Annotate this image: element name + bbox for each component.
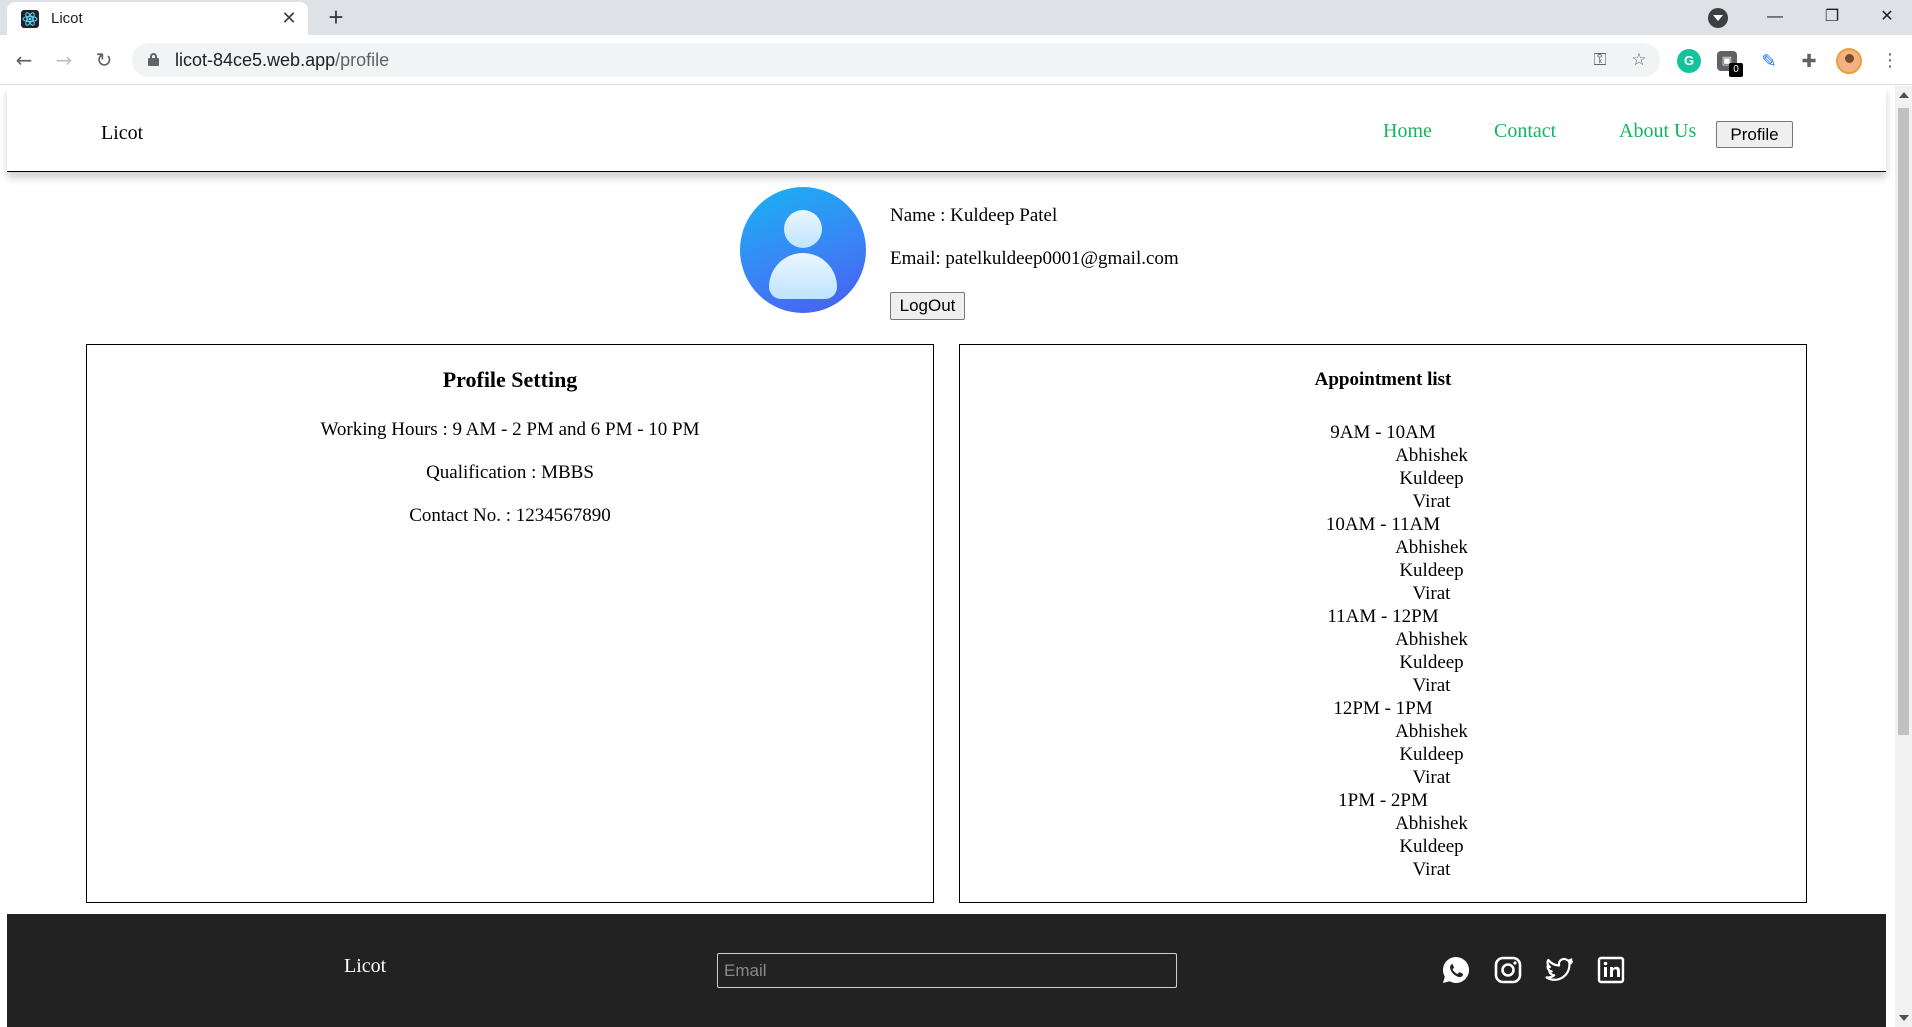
logout-button[interactable]: LogOut bbox=[890, 292, 965, 320]
patient-name: Kuldeep bbox=[1399, 468, 1464, 489]
profile-setting-panel: Profile Setting Working Hours : 9 AM - 2… bbox=[86, 344, 934, 903]
appointment-list: 9AM - 10AM Abhishek Kuldeep Virat 10AM -… bbox=[960, 421, 1806, 881]
address-bar[interactable]: licot-84ce5.web.app/profile ⚿ ☆ bbox=[132, 43, 1660, 77]
patient-name: Kuldeep bbox=[1399, 836, 1464, 857]
site-brand[interactable]: Licot bbox=[101, 122, 143, 145]
patient-name: Virat bbox=[1412, 583, 1451, 604]
tab-search-icon[interactable] bbox=[1708, 8, 1728, 28]
window-minimize-icon[interactable]: — bbox=[1752, 2, 1798, 32]
chrome-profile-avatar[interactable] bbox=[1836, 48, 1862, 74]
tab-close-icon[interactable]: ✕ bbox=[278, 7, 300, 29]
react-logo-icon bbox=[21, 10, 39, 28]
footer-brand[interactable]: Licot bbox=[344, 955, 386, 978]
slot-time: 11AM - 12PM bbox=[1327, 606, 1439, 627]
page-viewport: Licot Home Contact About Us Profile Name… bbox=[0, 86, 1912, 1027]
patient-name: Abhishek bbox=[1395, 537, 1468, 558]
patient-name: Abhishek bbox=[1395, 721, 1468, 742]
contact-number: Contact No. : 1234567890 bbox=[409, 505, 611, 526]
slot-time: 10AM - 11AM bbox=[1325, 514, 1441, 535]
bookmark-star-icon[interactable]: ☆ bbox=[1628, 49, 1650, 71]
url-text[interactable]: licot-84ce5.web.app/profile bbox=[175, 50, 389, 71]
grammarly-extension-icon[interactable]: G bbox=[1677, 49, 1701, 73]
working-hours: Working Hours : 9 AM - 2 PM and 6 PM - 1… bbox=[320, 419, 700, 440]
scrollbar-thumb[interactable] bbox=[1898, 108, 1909, 735]
patient-name: Kuldeep bbox=[1399, 744, 1464, 765]
key-icon[interactable]: ⚿ bbox=[1589, 49, 1611, 71]
patient-name: Abhishek bbox=[1395, 813, 1468, 834]
patient-name: Virat bbox=[1412, 859, 1451, 880]
reload-icon[interactable]: ↻ bbox=[89, 45, 119, 75]
new-tab-icon[interactable]: + bbox=[322, 3, 350, 31]
user-name: Name : Kuldeep Patel bbox=[890, 205, 1058, 226]
appointment-list-panel: Appointment list 9AM - 10AM Abhishek Kul… bbox=[959, 344, 1807, 903]
patient-name: Kuldeep bbox=[1399, 560, 1464, 581]
window-close-icon[interactable]: ✕ bbox=[1864, 2, 1910, 32]
twitter-icon[interactable] bbox=[1543, 954, 1575, 986]
pen-extension-icon[interactable]: ✎ bbox=[1757, 49, 1781, 73]
url-path: /profile bbox=[335, 50, 390, 70]
slot-time: 9AM - 10AM bbox=[1330, 422, 1436, 443]
window-restore-icon[interactable]: ❐ bbox=[1809, 2, 1855, 32]
nav-home-link[interactable]: Home bbox=[1383, 120, 1432, 143]
url-host: licot-84ce5.web.app bbox=[175, 50, 336, 70]
extension-badge-count: 0 bbox=[1729, 63, 1743, 77]
scroll-down-icon[interactable] bbox=[1899, 1015, 1909, 1021]
page-scrollbar[interactable] bbox=[1895, 86, 1912, 1027]
browser-toolbar: ← → ↻ licot-84ce5.web.app/profile ⚿ ☆ G … bbox=[0, 35, 1912, 85]
patient-name: Virat bbox=[1412, 767, 1451, 788]
nav-about-link[interactable]: About Us bbox=[1619, 120, 1696, 143]
browser-tab-bar: Licot ✕ + — ❐ ✕ bbox=[0, 0, 1912, 35]
instagram-icon[interactable] bbox=[1492, 954, 1524, 986]
appointment-slot: 10AM - 11AM Abhishek Kuldeep Virat bbox=[960, 513, 1806, 605]
linkedin-icon[interactable] bbox=[1595, 954, 1627, 986]
profile-setting-title: Profile Setting bbox=[442, 367, 578, 392]
slot-time: 12PM - 1PM bbox=[1333, 698, 1433, 719]
appointment-slot: 9AM - 10AM Abhishek Kuldeep Virat bbox=[960, 421, 1806, 513]
user-avatar-icon bbox=[740, 187, 866, 313]
patient-name: Virat bbox=[1412, 675, 1451, 696]
nav-contact-link[interactable]: Contact bbox=[1494, 120, 1556, 143]
site-header: Licot Home Contact About Us Profile bbox=[7, 86, 1886, 172]
browser-tab[interactable]: Licot ✕ bbox=[7, 2, 308, 35]
site-footer: Licot bbox=[7, 914, 1886, 1027]
patient-name: Abhishek bbox=[1395, 445, 1468, 466]
extension-badge-icon[interactable]: ▣ 0 bbox=[1717, 51, 1743, 77]
nav-profile-button[interactable]: Profile bbox=[1716, 121, 1793, 148]
back-arrow-icon[interactable]: ← bbox=[9, 45, 39, 75]
forward-arrow-icon[interactable]: → bbox=[49, 45, 79, 75]
slot-time: 1PM - 2PM bbox=[1338, 790, 1428, 811]
footer-email-input[interactable] bbox=[717, 953, 1177, 988]
extensions-puzzle-icon[interactable]: ✚ bbox=[1797, 49, 1821, 73]
user-email: Email: patelkuldeep0001@gmail.com bbox=[890, 248, 1179, 269]
qualification: Qualification : MBBS bbox=[426, 462, 594, 483]
scroll-up-icon[interactable] bbox=[1899, 92, 1909, 98]
appointment-slot: 1PM - 2PM Abhishek Kuldeep Virat bbox=[960, 789, 1806, 881]
appointment-slot: 11AM - 12PM Abhishek Kuldeep Virat bbox=[960, 605, 1806, 697]
patient-name: Virat bbox=[1412, 491, 1451, 512]
tab-title: Licot bbox=[51, 10, 83, 27]
whatsapp-icon[interactable] bbox=[1440, 954, 1472, 986]
appointment-list-title: Appointment list bbox=[1314, 369, 1452, 390]
browser-menu-icon[interactable]: ⋮ bbox=[1880, 47, 1900, 75]
appointment-slot: 12PM - 1PM Abhishek Kuldeep Virat bbox=[960, 697, 1806, 789]
lock-icon[interactable] bbox=[148, 53, 159, 66]
patient-name: Abhishek bbox=[1395, 629, 1468, 650]
patient-name: Kuldeep bbox=[1399, 652, 1464, 673]
